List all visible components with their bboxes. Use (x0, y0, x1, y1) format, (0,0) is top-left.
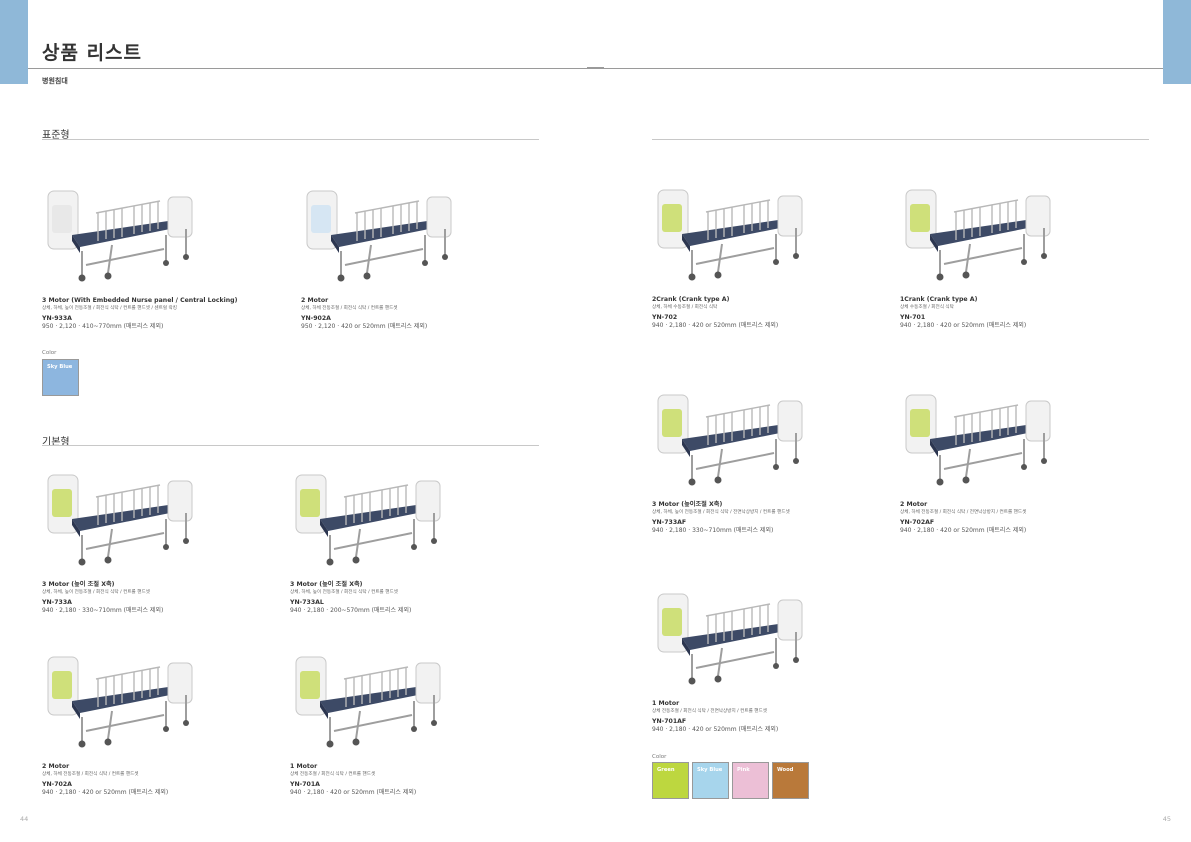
bed-image (652, 387, 812, 499)
product-model: YN-733AL (290, 599, 324, 606)
product-model: YN-933A (42, 315, 72, 322)
product-desc: 상체 전동조절 / 회전식 식탁 / 전면낙상방지 / 컨트롤 핸드셋 (652, 709, 767, 714)
bed-image (42, 183, 202, 295)
swatch-sky-blue: Sky Blue (692, 762, 729, 799)
product-model: YN-902A (301, 315, 331, 322)
product-spec: 940 ‧ 2,180 ‧ 420 or 520mm (매트리스 제외) (900, 527, 1027, 534)
product-desc: 상체, 하체 전동조절 / 회전식 식탁 / 전면낙상방지 / 컨트롤 핸드셋 (900, 510, 1027, 515)
bed-icon (657, 593, 803, 685)
product-spec: 940 ‧ 2,180 ‧ 420 or 520mm (매트리스 제외) (290, 789, 417, 796)
product-desc: 상체, 하체, 높이 전동조절 / 회전식 식탁 / 컨트롤 핸드셋 (290, 590, 398, 595)
product-desc: 상체, 하체 수동조절 / 회전식 식탁 (652, 305, 718, 310)
product-card[interactable]: 3 Motor (높이 조절 X축) 상체, 하체, 높이 전동조절 / 회전식… (42, 467, 282, 615)
product-name: 2 Motor (900, 501, 928, 508)
swatch-green: Green (652, 762, 689, 799)
bed-icon (905, 189, 1051, 281)
section-basic-divider (42, 445, 539, 446)
product-model: YN-701A (290, 781, 320, 788)
right-page-divider (652, 139, 1149, 140)
product-spec: 940 ‧ 2,180 ‧ 330~710mm (매트리스 제외) (42, 607, 164, 614)
product-spec: 940 ‧ 2,180 ‧ 420 or 520mm (매트리스 제외) (900, 322, 1027, 329)
bed-image (900, 182, 1060, 294)
swatch-sky-blue-left: Sky Blue (42, 359, 79, 396)
product-name: 2 Motor (301, 297, 329, 304)
product-name: 2 Motor (42, 763, 70, 770)
product-model: YN-701AF (652, 718, 687, 725)
product-card[interactable]: 1 Motor 상체 전동조절 / 회전식 식탁 / 전면낙상방지 / 컨트롤 … (652, 586, 892, 734)
product-card[interactable]: 2 Motor 상체, 하체 전동조절 / 회전식 식탁 / 컨트롤 핸드셋 Y… (42, 649, 282, 797)
product-card[interactable]: 2Crank (Crank type A) 상체, 하체 수동조절 / 회전식 … (652, 182, 892, 330)
swatch-pink: Pink (732, 762, 769, 799)
page-number-left: 44 (20, 815, 29, 823)
swatch-label: Pink (737, 767, 750, 773)
section-standard-divider (42, 139, 539, 140)
product-desc: 상체 수동조절 / 회전식 식탁 (900, 305, 954, 310)
product-model: YN-702A (42, 781, 72, 788)
product-desc: 상체 전동조절 / 회전식 식탁 / 컨트롤 핸드셋 (290, 772, 376, 777)
product-model: YN-733A (42, 599, 72, 606)
product-model: YN-733AF (652, 519, 687, 526)
product-card[interactable]: 2 Motor 상체, 하체 전동조절 / 회전식 식탁 / 컨트롤 핸드셋 Y… (301, 183, 541, 331)
bed-icon (47, 190, 193, 282)
category-label: 병원침대 (42, 77, 68, 85)
bed-icon (47, 656, 193, 748)
product-desc: 상체, 하체 전동조절 / 회전식 식탁 / 컨트롤 핸드셋 (301, 306, 398, 311)
product-desc: 상체, 하체, 높이 전동조절 / 회전식 식탁 / 컨트롤 핸드셋 / 센트럴… (42, 306, 177, 311)
color-label-right: Color (652, 754, 667, 760)
page-number-right: 45 (1162, 815, 1171, 823)
bed-image (290, 467, 450, 579)
product-card[interactable]: 1Crank (Crank type A) 상체 수동조절 / 회전식 식탁 Y… (900, 182, 1140, 330)
product-name: 3 Motor (With Embedded Nurse panel / Cen… (42, 297, 238, 304)
bed-image (42, 649, 202, 761)
product-desc: 상체, 하체 전동조절 / 회전식 식탁 / 컨트롤 핸드셋 (42, 772, 139, 777)
product-name: 1Crank (Crank type A) (900, 296, 978, 303)
product-spec: 940 ‧ 2,180 ‧ 330~710mm (매트리스 제외) (652, 527, 774, 534)
product-spec: 940 ‧ 2,180 ‧ 420 or 520mm (매트리스 제외) (652, 322, 779, 329)
product-name: 3 Motor (높이조절 X축) (652, 501, 723, 508)
swatch-label: Sky Blue (47, 364, 73, 370)
bed-image (652, 182, 812, 294)
bed-image (652, 586, 812, 698)
product-name: 3 Motor (높이 조절 X축) (290, 581, 363, 588)
product-spec: 940 ‧ 2,180 ‧ 200~570mm (매트리스 제외) (290, 607, 412, 614)
product-card[interactable]: 3 Motor (높이조절 X축) 상체, 하체, 높이 전동조절 / 회전식 … (652, 387, 892, 535)
product-spec: 940 ‧ 2,180 ‧ 420 or 520mm (매트리스 제외) (652, 726, 779, 733)
product-spec: 950 ‧ 2,120 ‧ 420 or 520mm (매트리스 제외) (301, 323, 428, 330)
bed-image (290, 649, 450, 761)
swatch-label: Green (657, 767, 675, 773)
bed-image (301, 183, 461, 295)
bed-image (900, 387, 1060, 499)
swatch-label: Sky Blue (697, 767, 723, 773)
product-spec: 940 ‧ 2,180 ‧ 420 or 520mm (매트리스 제외) (42, 789, 169, 796)
color-label-left: Color (42, 350, 57, 356)
product-card[interactable]: 2 Motor 상체, 하체 전동조절 / 회전식 식탁 / 전면낙상방지 / … (900, 387, 1140, 535)
product-name: 1 Motor (652, 700, 680, 707)
bed-icon (657, 394, 803, 486)
product-model: YN-701 (900, 314, 926, 321)
bed-icon (295, 656, 441, 748)
right-edge-tab (1163, 0, 1191, 84)
swatch-label: Wood (777, 767, 794, 773)
product-spec: 950 ‧ 2,120 ‧ 410~770mm (매트리스 제외) (42, 323, 164, 330)
product-model: YN-702 (652, 314, 678, 321)
bed-icon (306, 190, 452, 282)
page-title: 상품 리스트 (42, 42, 143, 64)
product-name: 2Crank (Crank type A) (652, 296, 730, 303)
bed-image (42, 467, 202, 579)
product-name: 3 Motor (높이 조절 X축) (42, 581, 115, 588)
product-card[interactable]: 1 Motor 상체 전동조절 / 회전식 식탁 / 컨트롤 핸드셋 YN-70… (290, 649, 530, 797)
bed-icon (657, 189, 803, 281)
bed-icon (295, 474, 441, 566)
bed-icon (905, 394, 1051, 486)
bed-icon (47, 474, 193, 566)
product-desc: 상체, 하체, 높이 전동조절 / 회전식 식탁 / 컨트롤 핸드셋 (42, 590, 150, 595)
center-fold-mark (587, 67, 604, 69)
swatch-wood: Wood (772, 762, 809, 799)
product-model: YN-702AF (900, 519, 935, 526)
product-card[interactable]: 3 Motor (높이 조절 X축) 상체, 하체, 높이 전동조절 / 회전식… (290, 467, 530, 615)
product-name: 1 Motor (290, 763, 318, 770)
left-edge-tab (0, 0, 28, 84)
product-desc: 상체, 하체, 높이 전동조절 / 회전식 식탁 / 전면낙상방지 / 컨트롤 … (652, 510, 790, 515)
product-card[interactable]: 3 Motor (With Embedded Nurse panel / Cen… (42, 183, 282, 331)
